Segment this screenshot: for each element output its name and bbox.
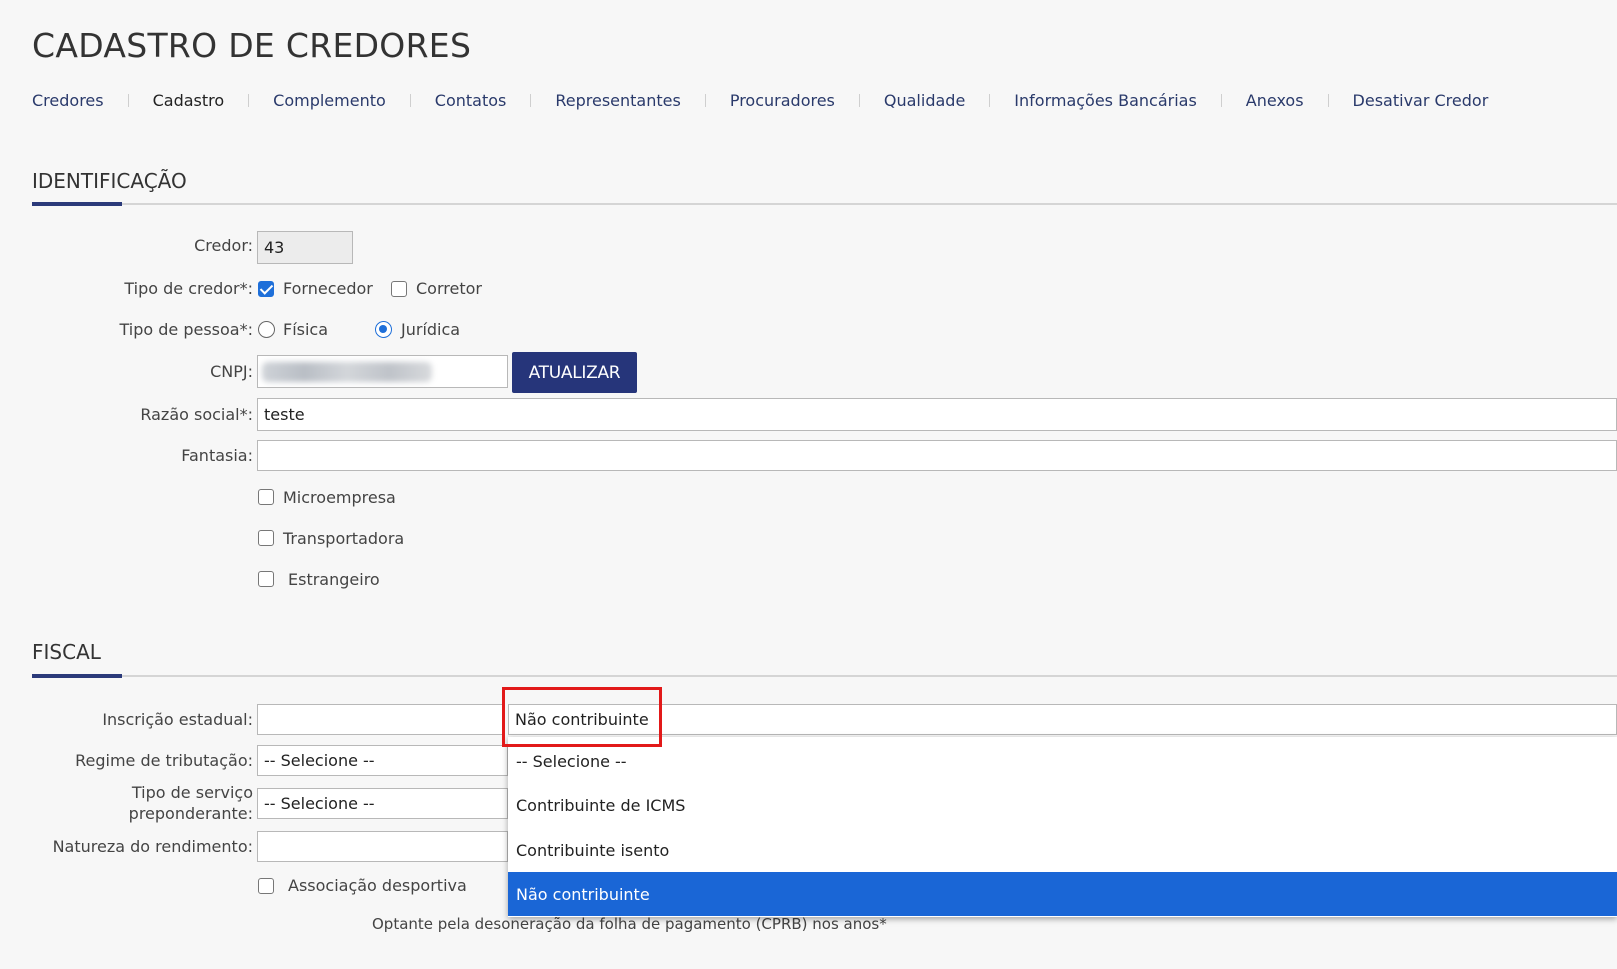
- fantasia-label: Fantasia:: [181, 446, 253, 465]
- nav-separator: [127, 93, 129, 107]
- microempresa-label: Microempresa: [283, 488, 396, 507]
- tipo-credor-label: Tipo de credor*:: [124, 279, 253, 298]
- nav-separator: [1327, 93, 1329, 107]
- natureza-rendimento-input[interactable]: [257, 831, 508, 862]
- nav-anexos[interactable]: Anexos: [1246, 91, 1304, 110]
- dropdown-option-contribuinte-isento[interactable]: Contribuinte isento: [508, 828, 1617, 872]
- nav-representantes[interactable]: Representantes: [555, 91, 680, 110]
- regime-tributacao-label: Regime de tributação:: [75, 751, 253, 770]
- inscricao-estadual-label: Inscrição estadual:: [102, 710, 253, 729]
- juridica-label: Jurídica: [401, 320, 461, 339]
- transportadora-checkbox[interactable]: [258, 530, 274, 546]
- nav-separator: [1220, 93, 1222, 107]
- contribuinte-dropdown-list: -- Selecione -- Contribuinte de ICMS Con…: [508, 737, 1617, 917]
- atualizar-button[interactable]: ATUALIZAR: [512, 352, 637, 393]
- credor-label: Credor:: [194, 236, 253, 255]
- contribuinte-select[interactable]: Não contribuinte: [508, 704, 1617, 735]
- fisica-radio[interactable]: [258, 321, 275, 338]
- tipo-pessoa-label: Tipo de pessoa*:: [119, 320, 254, 339]
- credor-field: 43: [257, 231, 353, 264]
- nav-separator: [858, 93, 860, 107]
- dropdown-option-selecione[interactable]: -- Selecione --: [508, 739, 1617, 783]
- natureza-rendimento-label: Natureza do rendimento:: [52, 837, 253, 856]
- tipo-servico-select[interactable]: -- Selecione --: [257, 788, 508, 819]
- estrangeiro-label: Estrangeiro: [288, 570, 380, 589]
- nav-separator: [409, 93, 411, 107]
- fornecedor-label: Fornecedor: [283, 279, 373, 298]
- cprb-text: Optante pela desoneração da folha de pag…: [372, 915, 887, 933]
- nav-separator: [989, 93, 991, 107]
- inscricao-estadual-input[interactable]: [257, 704, 503, 735]
- fornecedor-checkbox[interactable]: [258, 281, 274, 297]
- nav-separator: [248, 93, 250, 107]
- section-accent: [32, 674, 122, 678]
- nav-contatos[interactable]: Contatos: [435, 91, 507, 110]
- corretor-checkbox[interactable]: [391, 281, 407, 297]
- dropdown-option-contribuinte-icms[interactable]: Contribuinte de ICMS: [508, 783, 1617, 827]
- nav-credores[interactable]: Credores: [32, 91, 104, 110]
- nav-separator: [530, 93, 532, 107]
- annotation-highlight-box: [502, 687, 662, 747]
- tipo-servico-label: Tipo de serviço preponderante:: [128, 783, 253, 823]
- microempresa-checkbox[interactable]: [258, 489, 274, 505]
- estrangeiro-checkbox[interactable]: [258, 571, 274, 587]
- nav-informacoes-bancarias[interactable]: Informações Bancárias: [1014, 91, 1197, 110]
- associacao-desportiva-label: Associação desportiva: [288, 876, 467, 895]
- nav-separator: [704, 93, 706, 107]
- associacao-desportiva-checkbox[interactable]: [258, 878, 274, 894]
- section-divider: [32, 675, 1617, 677]
- section-title-fiscal: FISCAL: [32, 640, 101, 664]
- top-nav: Credores Cadastro Complemento Contatos R…: [32, 89, 1488, 111]
- corretor-label: Corretor: [416, 279, 482, 298]
- nav-complemento[interactable]: Complemento: [273, 91, 386, 110]
- section-accent: [32, 202, 122, 206]
- fantasia-input[interactable]: [257, 440, 1617, 471]
- nav-desativar-credor[interactable]: Desativar Credor: [1353, 91, 1489, 110]
- nav-qualidade[interactable]: Qualidade: [884, 91, 965, 110]
- cnpj-redacted-value: [262, 362, 432, 382]
- page-title: CADASTRO DE CREDORES: [32, 26, 472, 65]
- fisica-label: Física: [283, 320, 329, 339]
- razao-social-input[interactable]: teste: [257, 398, 1617, 431]
- section-title-identificacao: IDENTIFICAÇÃO: [32, 169, 187, 193]
- dropdown-option-nao-contribuinte[interactable]: Não contribuinte: [508, 872, 1617, 916]
- regime-tributacao-select[interactable]: -- Selecione --: [257, 745, 508, 776]
- juridica-radio[interactable]: [375, 321, 392, 338]
- cnpj-label: CNPJ:: [210, 362, 253, 381]
- transportadora-label: Transportadora: [283, 529, 405, 548]
- section-divider: [32, 203, 1617, 205]
- razao-social-label: Razão social*:: [140, 405, 253, 424]
- nav-procuradores[interactable]: Procuradores: [730, 91, 835, 110]
- nav-cadastro[interactable]: Cadastro: [153, 91, 225, 110]
